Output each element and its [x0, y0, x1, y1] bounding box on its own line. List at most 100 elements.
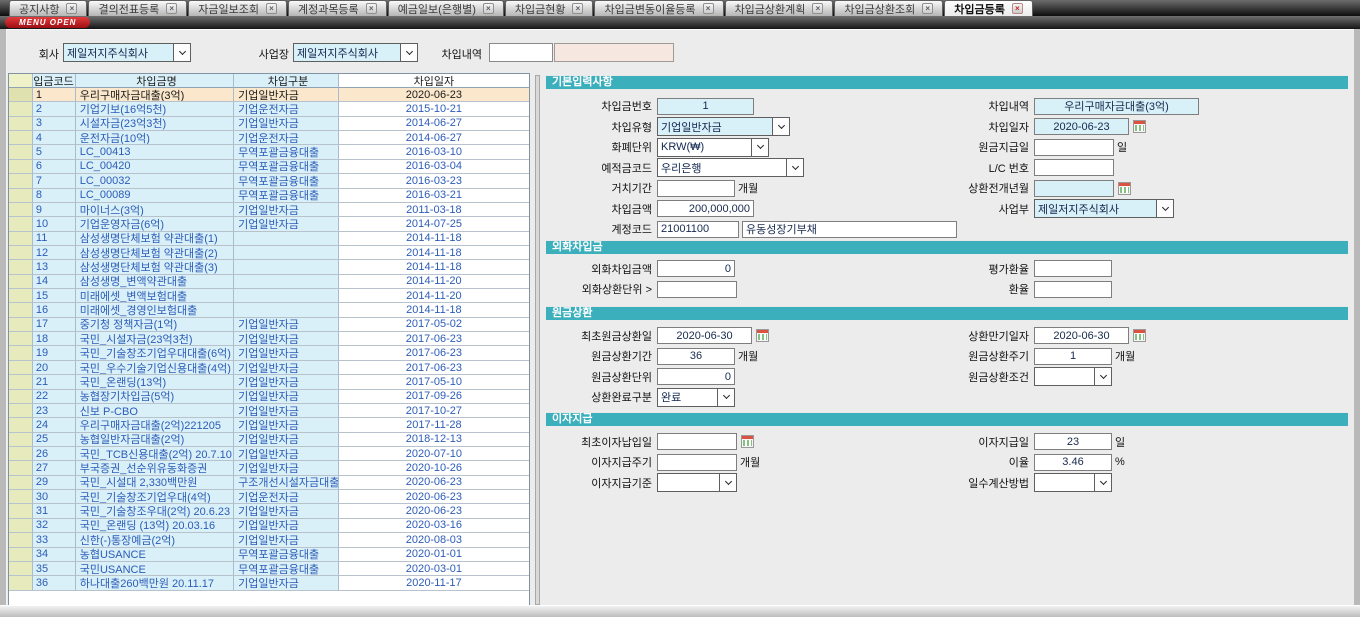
table-cell[interactable]: [9, 131, 33, 145]
tab-close-icon[interactable]: ×: [572, 3, 583, 14]
table-cell[interactable]: 11: [33, 232, 76, 246]
table-row[interactable]: 17중기청 정책자금(1억)기업일반자금2017-05-02: [9, 318, 529, 332]
table-cell[interactable]: LC_00032: [76, 174, 234, 188]
table-cell[interactable]: 2017-05-10: [339, 375, 529, 389]
table-cell[interactable]: 19: [33, 346, 76, 360]
table-cell[interactable]: [234, 275, 339, 289]
chevron-down-icon[interactable]: [400, 44, 417, 61]
table-cell[interactable]: 12: [33, 246, 76, 260]
table-cell[interactable]: 기업일반자금: [234, 533, 339, 547]
table-cell[interactable]: [9, 289, 33, 303]
table-cell[interactable]: 우리구매자금대출(2억)221205: [76, 418, 234, 432]
table-cell[interactable]: 2020-03-16: [339, 519, 529, 533]
tab-close-icon[interactable]: ×: [366, 3, 377, 14]
table-cell[interactable]: 국민USANCE: [76, 562, 234, 576]
table-cell[interactable]: 기업기보(16억5천): [76, 102, 234, 116]
repay-cycle-field[interactable]: 1: [1034, 348, 1112, 365]
table-cell[interactable]: 9: [33, 203, 76, 217]
loan-type-select[interactable]: 기업일반자금: [657, 117, 790, 136]
table-cell[interactable]: 농협장기차입금(5억): [76, 390, 234, 404]
tab-4[interactable]: 예금일보(은행별)×: [388, 0, 504, 16]
table-cell[interactable]: 13: [33, 260, 76, 274]
table-cell[interactable]: LC_00089: [76, 189, 234, 203]
calendar-icon[interactable]: [756, 329, 769, 342]
menu-open-button[interactable]: MENU OPEN: [5, 17, 90, 28]
exchange-rate-field[interactable]: [1034, 281, 1112, 298]
table-cell[interactable]: [9, 562, 33, 576]
table-cell[interactable]: [9, 533, 33, 547]
table-cell[interactable]: 국민_기술창조기업우대(4억): [76, 490, 234, 504]
table-cell[interactable]: 기업일반자금: [234, 461, 339, 475]
table-cell[interactable]: [9, 189, 33, 203]
table-cell[interactable]: 29: [33, 476, 76, 490]
table-cell[interactable]: 기업운영자금(6억): [76, 217, 234, 231]
table-cell[interactable]: [9, 275, 33, 289]
interest-rate-field[interactable]: 3.46: [1034, 454, 1112, 471]
table-cell[interactable]: 2017-06-23: [339, 332, 529, 346]
grid-scrollbar[interactable]: [530, 73, 544, 606]
table-cell[interactable]: 14: [33, 275, 76, 289]
calendar-icon[interactable]: [1133, 120, 1146, 133]
tab-1[interactable]: 결의전표등록×: [88, 0, 187, 16]
table-cell[interactable]: 17: [33, 318, 76, 332]
table-cell[interactable]: 2017-09-26: [339, 390, 529, 404]
table-cell[interactable]: 1: [33, 88, 76, 102]
loan-desc-filter-input2[interactable]: [554, 43, 674, 62]
table-cell[interactable]: 7: [33, 174, 76, 188]
table-cell[interactable]: 기업일반자금: [234, 576, 339, 590]
currency-select[interactable]: KRW(₩): [657, 138, 769, 157]
table-cell[interactable]: [234, 232, 339, 246]
fx-repay-unit-field[interactable]: [657, 281, 737, 298]
chevron-down-icon[interactable]: [719, 474, 736, 491]
table-cell[interactable]: 기업일반자금: [234, 519, 339, 533]
table-cell[interactable]: 2016-03-21: [339, 189, 529, 203]
table-row[interactable]: 15미래에셋_변액보험대출2014-11-20: [9, 289, 529, 303]
chevron-down-icon[interactable]: [1094, 368, 1111, 385]
table-cell[interactable]: 20: [33, 361, 76, 375]
table-cell[interactable]: 국민_기술창조기업우대대출(6억): [76, 346, 234, 360]
repay-period-field[interactable]: 36: [657, 348, 735, 365]
table-cell[interactable]: 구조개선시설자금대출: [234, 476, 339, 490]
table-cell[interactable]: 기업일반자금: [234, 433, 339, 447]
table-cell[interactable]: 기업일반자금: [234, 217, 339, 231]
table-cell[interactable]: 23: [33, 404, 76, 418]
table-cell[interactable]: 15: [33, 289, 76, 303]
table-cell[interactable]: 36: [33, 576, 76, 590]
table-cell[interactable]: [9, 447, 33, 461]
table-cell[interactable]: [9, 318, 33, 332]
table-row[interactable]: 31국민_기술창조우대(2억) 20.6.23기업일반자금2020-06-23: [9, 504, 529, 518]
calendar-icon[interactable]: [1118, 182, 1131, 195]
eval-rate-field[interactable]: [1034, 260, 1112, 277]
table-cell[interactable]: [9, 145, 33, 159]
table-cell[interactable]: 2014-11-20: [339, 289, 529, 303]
table-cell[interactable]: 기업일반자금: [234, 504, 339, 518]
table-cell[interactable]: [234, 289, 339, 303]
table-cell[interactable]: 삼성생명단체보험 약관대출(1): [76, 232, 234, 246]
chevron-down-icon[interactable]: [786, 159, 803, 176]
table-cell[interactable]: 2014-06-27: [339, 131, 529, 145]
table-cell[interactable]: [9, 160, 33, 174]
first-repay-date-field[interactable]: 2020-06-30: [657, 327, 752, 344]
table-cell[interactable]: [9, 246, 33, 260]
table-row[interactable]: 20국민_우수기술기업신용대출(4억)기업일반자금2017-06-23: [9, 361, 529, 375]
loan-desc-field[interactable]: 우리구매자금대출(3억): [1034, 98, 1199, 115]
tab-close-icon[interactable]: ×: [1012, 3, 1023, 14]
table-cell[interactable]: 기업일반자금: [234, 375, 339, 389]
table-row[interactable]: 33신한(-)통장예금(2억)기업일반자금2020-08-03: [9, 533, 529, 547]
table-cell[interactable]: 국민_TCB신용대출(2억) 20.7.10: [76, 447, 234, 461]
table-cell[interactable]: 2020-01-01: [339, 548, 529, 562]
table-row[interactable]: 24우리구매자금대출(2억)221205기업일반자금2017-11-28: [9, 418, 529, 432]
table-cell[interactable]: [9, 490, 33, 504]
table-cell[interactable]: 16: [33, 303, 76, 317]
table-cell[interactable]: [9, 303, 33, 317]
table-row[interactable]: 16미래에셋_경영인보험대출2014-11-18: [9, 303, 529, 317]
table-cell[interactable]: [9, 418, 33, 432]
lc-no-field[interactable]: [1034, 159, 1114, 176]
table-cell[interactable]: 2016-03-04: [339, 160, 529, 174]
table-cell[interactable]: 2014-11-18: [339, 303, 529, 317]
table-cell[interactable]: [9, 519, 33, 533]
table-row[interactable]: 25농협일반자금대출(2억)기업일반자금2018-12-13: [9, 433, 529, 447]
table-cell[interactable]: [9, 260, 33, 274]
table-cell[interactable]: 2016-03-23: [339, 174, 529, 188]
table-row[interactable]: 35국민USANCE무역포괄금융대출2020-03-01: [9, 562, 529, 576]
